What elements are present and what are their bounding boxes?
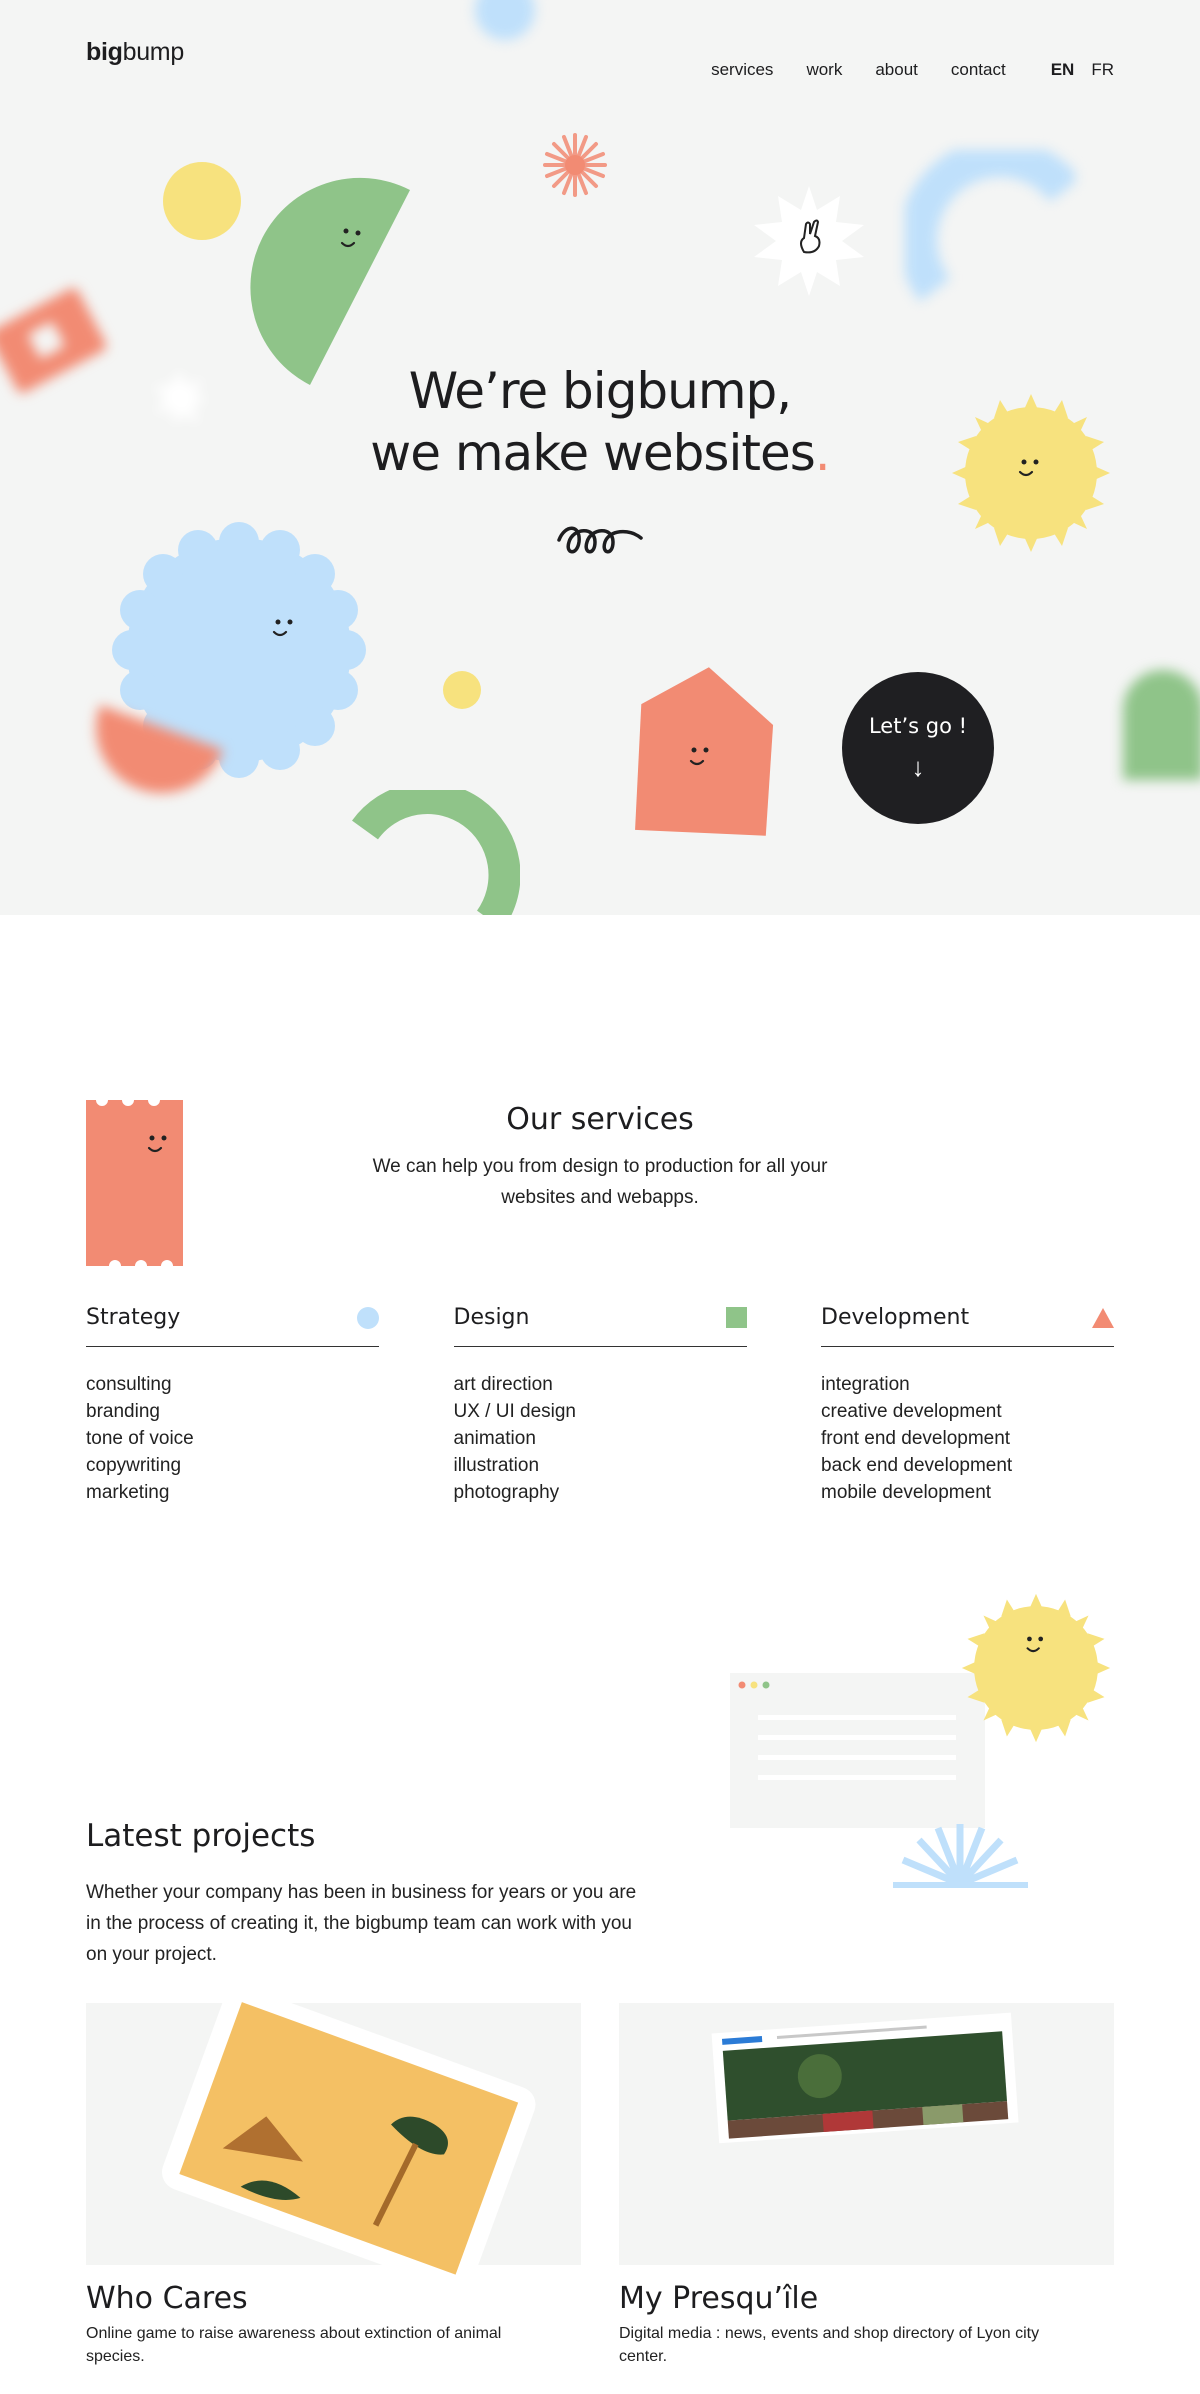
square-icon	[725, 1307, 747, 1328]
green-half-circle-smiley-decoration	[250, 177, 410, 385]
nav-link-about[interactable]: about	[875, 60, 918, 80]
service-title-strategy: Strategy	[86, 1305, 181, 1330]
project-thumbnail-who-cares[interactable]	[86, 1993, 581, 2283]
hero-title: We’re bigbump, we make websites.	[0, 360, 1200, 484]
service-list-strategy: consulting branding tone of voice copywr…	[86, 1371, 379, 1506]
hero-title-dot: .	[814, 424, 831, 482]
services-header: Our services We can help you from design…	[0, 1102, 1200, 1213]
project-card-my-presquile[interactable]: My Presqu’île Digital media : news, even…	[619, 2003, 1114, 2368]
list-item: branding	[86, 1401, 160, 1422]
lang-switch-en[interactable]: EN	[1051, 60, 1075, 80]
blue-sunrise-decoration	[893, 1824, 1028, 1888]
list-item: illustration	[453, 1455, 540, 1476]
hero-title-line-2: we make websites	[370, 424, 815, 482]
projects-title: Latest projects	[86, 1818, 316, 1854]
service-list-development: integration creative development front e…	[821, 1371, 1114, 1506]
hero-title-line-1: We’re bigbump,	[408, 362, 792, 420]
list-item: art direction	[453, 1374, 553, 1395]
project-thumbnail-my-presquile[interactable]	[619, 2003, 1114, 2265]
service-column-strategy: Strategy consulting branding tone of voi…	[86, 1305, 379, 1506]
list-item: tone of voice	[86, 1428, 194, 1449]
nav-link-work[interactable]: work	[806, 60, 842, 80]
project-name-who-cares[interactable]: Who Cares	[86, 2281, 581, 2316]
hero-section: bigbump services work about contact EN F…	[0, 0, 1200, 915]
logo-bold-part: big	[86, 38, 123, 66]
tablet-game-illustration	[161, 1993, 536, 2283]
list-item: consulting	[86, 1374, 172, 1395]
yellow-dot-decoration	[163, 162, 241, 240]
green-arc-decoration	[352, 790, 520, 915]
yellow-small-dot-decoration	[443, 671, 481, 709]
list-item: creative development	[821, 1401, 1002, 1422]
service-column-development: Development integration creative develop…	[821, 1305, 1114, 1506]
service-column-header: Design	[453, 1305, 747, 1347]
service-column-header: Development	[821, 1305, 1114, 1347]
project-name-my-presquile[interactable]: My Presqu’île	[619, 2281, 1114, 2316]
list-item: back end development	[821, 1455, 1013, 1476]
lets-go-button[interactable]: Let’s go ! ↓	[842, 672, 994, 824]
triangle-icon	[1092, 1307, 1114, 1328]
blue-arc-decoration	[905, 150, 1075, 302]
yellow-sun-smiley-projects-decoration	[961, 1593, 1111, 1743]
site-logo[interactable]: bigbump	[86, 38, 184, 67]
service-title-design: Design	[453, 1305, 530, 1330]
services-columns: Strategy consulting branding tone of voi…	[86, 1305, 1114, 1506]
green-arch-right-decoration	[1123, 670, 1200, 780]
lets-go-label: Let’s go !	[868, 713, 968, 738]
website-screenshot-illustration	[711, 2012, 1019, 2144]
list-item: mobile development	[821, 1482, 992, 1503]
service-column-design: Design art direction UX / UI design anim…	[453, 1305, 747, 1506]
list-item: photography	[453, 1482, 560, 1503]
services-description: We can help you from design to productio…	[372, 1156, 828, 1208]
list-item: UX / UI design	[453, 1401, 577, 1422]
salmon-pentagon-smiley-decoration	[635, 667, 774, 836]
list-item: marketing	[86, 1482, 170, 1503]
salmon-half-circle-decoration	[96, 705, 223, 793]
salmon-burst-decoration	[543, 133, 607, 197]
blue-blob-top-decoration	[475, 0, 535, 40]
logo-light-part: bump	[122, 38, 185, 66]
peace-hand-badge-icon	[754, 186, 864, 296]
circle-icon	[357, 1306, 379, 1329]
browser-window-illustration	[730, 1673, 985, 1828]
list-item: copywriting	[86, 1455, 182, 1476]
projects-description: Whether your company has been in busines…	[86, 1882, 637, 1965]
lang-switch-fr[interactable]: FR	[1091, 60, 1114, 80]
project-description-my-presquile: Digital media : news, events and shop di…	[619, 2325, 1040, 2365]
list-item: integration	[821, 1374, 910, 1395]
service-title-development: Development	[821, 1305, 970, 1330]
nav-link-contact[interactable]: contact	[951, 60, 1006, 80]
project-card-who-cares[interactable]: Who Cares Online game to raise awareness…	[86, 1993, 581, 2368]
service-column-header: Strategy	[86, 1305, 379, 1347]
main-nav: services work about contact EN FR	[678, 60, 1114, 80]
service-list-design: art direction UX / UI design animation i…	[454, 1371, 747, 1506]
squiggle-icon	[557, 526, 643, 554]
list-item: front end development	[821, 1428, 1011, 1449]
project-description-who-cares: Online game to raise awareness about ext…	[86, 2325, 502, 2365]
list-item: animation	[453, 1428, 536, 1449]
nav-link-services[interactable]: services	[711, 60, 773, 80]
arrow-down-icon: ↓	[911, 751, 925, 782]
services-title: Our services	[506, 1102, 694, 1137]
